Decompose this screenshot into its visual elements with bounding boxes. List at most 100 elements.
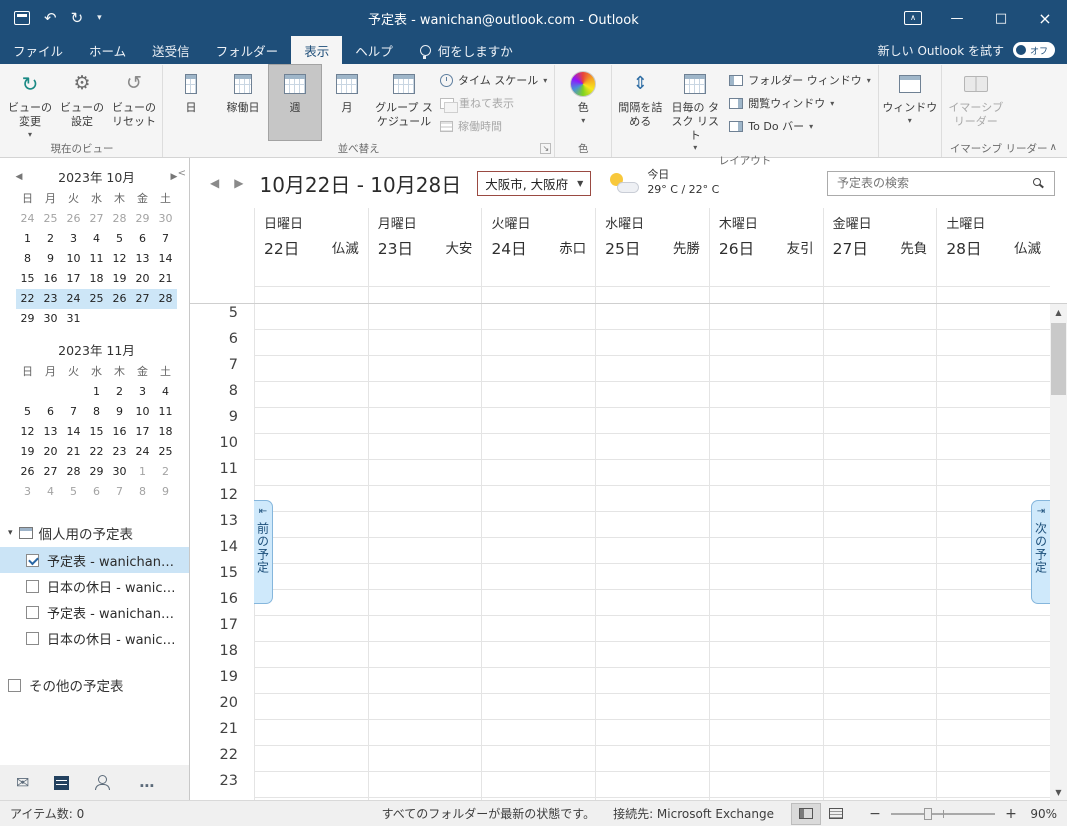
- mini-calendar-day[interactable]: 17: [62, 269, 85, 289]
- mini-calendar-day[interactable]: 20: [131, 269, 154, 289]
- mini-calendar-day[interactable]: 29: [85, 462, 108, 482]
- reset-view-button[interactable]: ↺ ビューのリセット: [108, 65, 160, 140]
- mail-module-icon[interactable]: ✉: [16, 775, 29, 791]
- calendar-module-icon[interactable]: [54, 776, 69, 790]
- more-modules-icon[interactable]: …: [139, 775, 154, 790]
- mini-calendar-day[interactable]: 3: [16, 482, 39, 502]
- next-week-arrow[interactable]: ▶: [234, 176, 243, 190]
- ribbon-display-options-button[interactable]: ∧: [891, 0, 935, 36]
- mini-calendar-day[interactable]: [39, 382, 62, 402]
- calendar-list-item[interactable]: 日本の休日 - wanic…: [0, 573, 189, 599]
- mini-calendar-day[interactable]: 30: [39, 309, 62, 329]
- mini-calendar-day[interactable]: [108, 309, 131, 329]
- mini-calendar-day[interactable]: 5: [62, 482, 85, 502]
- month-view-button[interactable]: 月: [321, 65, 373, 140]
- time-scale-button[interactable]: タイム スケール ▾: [440, 70, 547, 90]
- calendar-list-item[interactable]: 予定表 - wanichan…: [0, 599, 189, 625]
- mini-calendar-day[interactable]: 11: [85, 249, 108, 269]
- mini-calendar-day[interactable]: 24: [16, 209, 39, 229]
- mini-calendar-day[interactable]: 2: [39, 229, 62, 249]
- all-day-area[interactable]: [937, 286, 1050, 303]
- ribbon-tab[interactable]: 送受信: [139, 36, 203, 64]
- change-view-button[interactable]: ↻ ビューの変更 ▾: [4, 65, 56, 140]
- day-column[interactable]: [595, 304, 709, 800]
- mini-calendar-day[interactable]: 1: [131, 462, 154, 482]
- mini-calendar-day[interactable]: 12: [108, 249, 131, 269]
- scrollbar-track[interactable]: [1050, 320, 1067, 784]
- scrollbar-thumb[interactable]: [1051, 323, 1066, 395]
- mini-calendar-day[interactable]: 2: [108, 382, 131, 402]
- day-column-header[interactable]: 水曜日 25日 先勝: [595, 208, 709, 303]
- all-day-area[interactable]: [710, 286, 823, 303]
- mini-calendar-day[interactable]: 25: [85, 289, 108, 309]
- ribbon-tab[interactable]: ヘルプ: [342, 36, 406, 64]
- mini-calendar-day[interactable]: 22: [16, 289, 39, 309]
- all-day-area[interactable]: [596, 286, 709, 303]
- mini-calendar-day[interactable]: 1: [16, 229, 39, 249]
- folder-pane-button[interactable]: フォルダー ウィンドウ ▾: [729, 70, 871, 90]
- mini-calendar-day[interactable]: 13: [39, 422, 62, 442]
- calendar-checkbox[interactable]: [26, 554, 39, 567]
- mini-calendar-day[interactable]: 4: [39, 482, 62, 502]
- mini-calendar-day[interactable]: 24: [62, 289, 85, 309]
- todo-bar-button[interactable]: To Do バー ▾: [729, 116, 871, 136]
- people-module-icon[interactable]: [94, 775, 114, 790]
- mini-calendar-day[interactable]: 29: [131, 209, 154, 229]
- mini-calendar-day[interactable]: 6: [39, 402, 62, 422]
- mini-calendar-day[interactable]: 5: [108, 229, 131, 249]
- send-receive-icon[interactable]: ↻: [71, 11, 84, 26]
- mini-calendar-day[interactable]: 15: [85, 422, 108, 442]
- mini-calendar-day[interactable]: 9: [108, 402, 131, 422]
- other-calendars-checkbox[interactable]: [8, 679, 21, 692]
- minimize-button[interactable]: —: [935, 0, 979, 36]
- mini-calendar-day[interactable]: 21: [154, 269, 177, 289]
- zoom-out-button[interactable]: −: [868, 806, 882, 822]
- reading-pane-button[interactable]: 閲覧ウィンドウ ▾: [729, 93, 871, 113]
- reading-view-button[interactable]: [822, 804, 850, 824]
- mini-calendar-day[interactable]: 12: [16, 422, 39, 442]
- mini-calendar-day[interactable]: 4: [85, 229, 108, 249]
- day-column-header[interactable]: 日曜日 22日 仏滅: [254, 208, 368, 303]
- mini-calendar-day[interactable]: 6: [131, 229, 154, 249]
- mini-calendar-day[interactable]: 28: [108, 209, 131, 229]
- other-calendars-group[interactable]: その他の予定表: [0, 669, 189, 701]
- mini-calendar-day[interactable]: [16, 382, 39, 402]
- mini-calendar-day[interactable]: 25: [154, 442, 177, 462]
- mini-calendar-day[interactable]: [85, 309, 108, 329]
- mini-calendar-day[interactable]: 21: [62, 442, 85, 462]
- mini-calendar-day[interactable]: 2: [154, 462, 177, 482]
- day-column-header[interactable]: 木曜日 26日 友引: [709, 208, 823, 303]
- mini-calendar-day[interactable]: 6: [85, 482, 108, 502]
- mini-calendar-day[interactable]: 30: [108, 462, 131, 482]
- zoom-slider-thumb[interactable]: [924, 808, 932, 820]
- mini-calendar-day[interactable]: 27: [39, 462, 62, 482]
- calendar-search-input[interactable]: [837, 176, 1027, 190]
- mini-calendar-day[interactable]: 31: [62, 309, 85, 329]
- mini-calendar-day[interactable]: 23: [39, 289, 62, 309]
- mini-calendar-day[interactable]: [131, 309, 154, 329]
- mini-calendar-day[interactable]: 11: [154, 402, 177, 422]
- mini-calendar-day[interactable]: 8: [85, 402, 108, 422]
- calendar-checkbox[interactable]: [26, 606, 39, 619]
- mini-calendar-day[interactable]: 23: [108, 442, 131, 462]
- mini-calendar-day[interactable]: 1: [85, 382, 108, 402]
- mini-calendar-day[interactable]: 28: [154, 289, 177, 309]
- close-button[interactable]: ×: [1023, 0, 1067, 36]
- mini-calendar-day[interactable]: 29: [16, 309, 39, 329]
- tree-expanded-icon[interactable]: ▾: [8, 528, 13, 538]
- mini-calendar-day[interactable]: 30: [154, 209, 177, 229]
- mini-calendar-day[interactable]: [154, 309, 177, 329]
- mini-calendar-day[interactable]: 18: [154, 422, 177, 442]
- mini-calendar-day[interactable]: 3: [131, 382, 154, 402]
- group-schedule-button[interactable]: グループ スケジュール: [373, 65, 435, 140]
- scroll-up-icon[interactable]: ▲: [1050, 304, 1067, 320]
- calendar-list-item[interactable]: 予定表 - wanichan…: [0, 547, 189, 573]
- color-button[interactable]: 色 ▾: [557, 65, 609, 140]
- collapse-ribbon-icon[interactable]: ∧: [1050, 142, 1057, 153]
- day-view-button[interactable]: 日: [165, 65, 217, 140]
- day-column[interactable]: [709, 304, 823, 800]
- search-icon[interactable]: [1033, 178, 1041, 186]
- work-week-view-button[interactable]: 稼働日: [217, 65, 269, 140]
- mini-calendar-day[interactable]: 8: [16, 249, 39, 269]
- ribbon-tab[interactable]: フォルダー: [203, 36, 292, 64]
